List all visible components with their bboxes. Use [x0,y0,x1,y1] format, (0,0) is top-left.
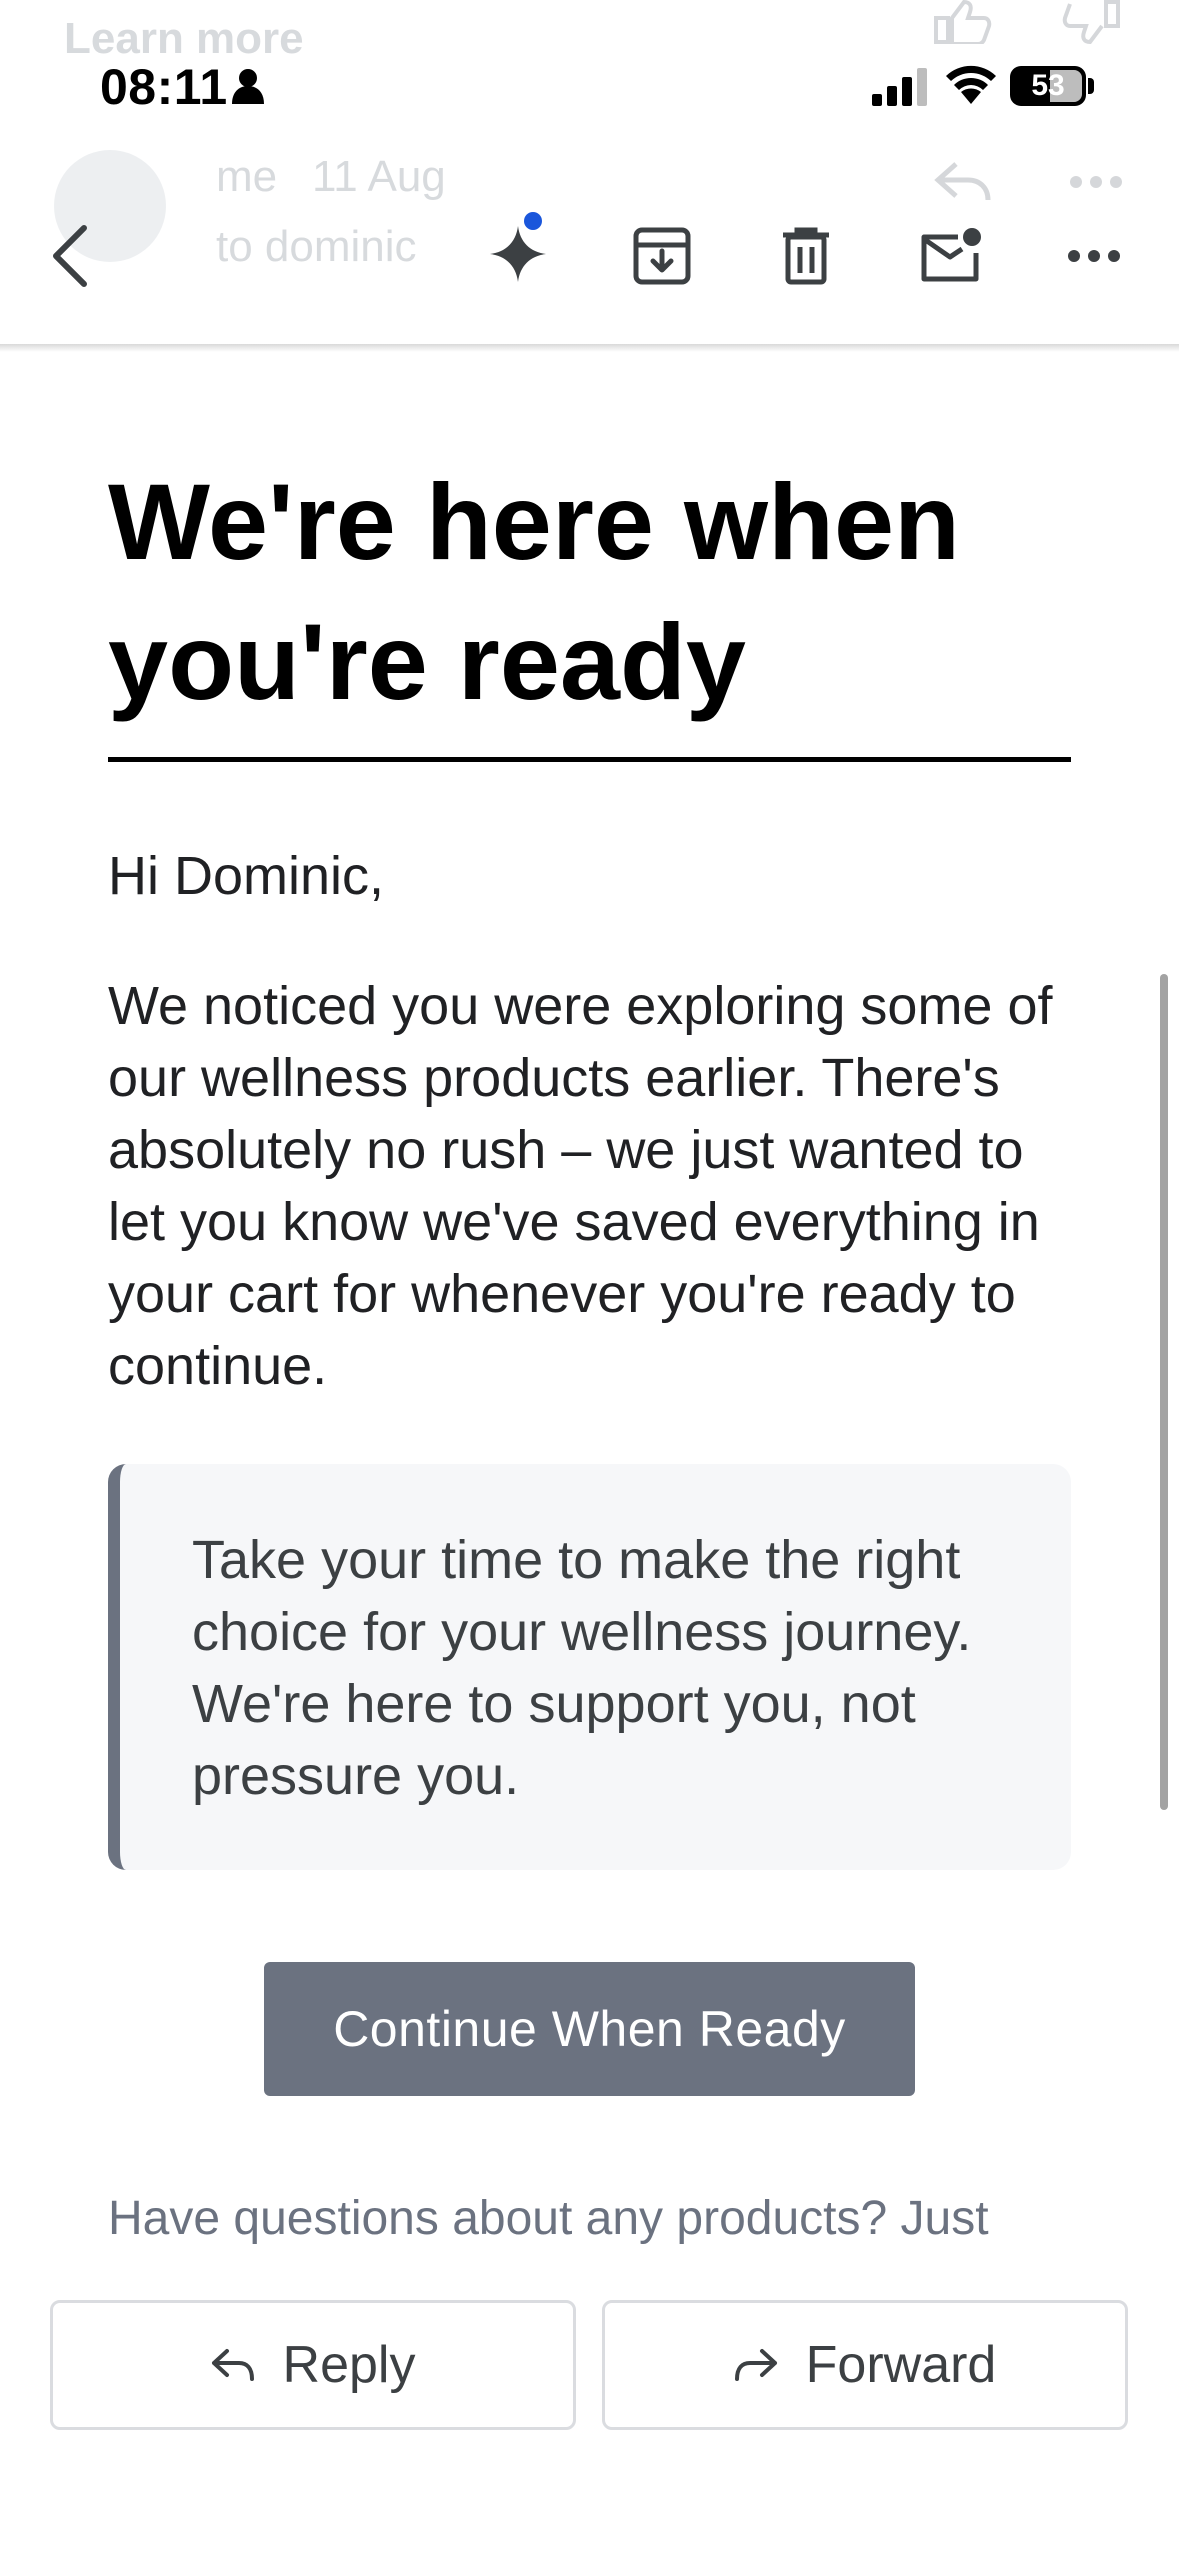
divider [108,757,1071,762]
reply-icon [211,2349,254,2381]
gemini-button[interactable] [476,212,560,296]
forward-icon [734,2349,777,2381]
clock: 08:11 [100,59,228,115]
battery-icon: 53 [1010,66,1086,106]
notification-dot [524,212,542,230]
scrollbar[interactable] [1160,974,1168,1810]
person-icon [232,69,264,104]
email-view: Learn more me 11 Aug to dominic 08:11 53… [0,0,1179,2556]
cellular-signal-icon [872,68,927,106]
delete-button[interactable] [764,214,848,298]
reply-button[interactable]: Reply [50,2300,576,2430]
email-body-paragraph: We noticed you were exploring some of ou… [108,976,1053,1396]
back-button[interactable] [30,216,110,296]
mark-unread-icon [921,228,981,282]
callout-text: Take your time to make the right choice … [192,1530,972,1806]
battery-percent: 53 [1031,69,1065,102]
reply-label: Reply [282,2336,416,2394]
email-headline: We're here when you're ready [108,461,960,722]
forward-button[interactable]: Forward [602,2300,1128,2430]
mark-unread-button[interactable] [908,214,992,298]
more-options-button[interactable] [1052,214,1136,298]
back-arrow-icon [53,225,87,287]
forward-label: Forward [805,2336,997,2394]
continue-when-ready-button[interactable]: Continue When Ready [264,1962,915,2096]
archive-icon [633,227,691,285]
email-toolbar [0,150,1179,346]
gemini-sparkle-icon [490,226,546,282]
email-greeting: Hi Dominic, [108,846,385,906]
trash-icon [783,227,829,285]
callout-box: Take your time to make the right choice … [108,1464,1071,1870]
wifi-icon [946,65,996,104]
status-bar: 08:11 53 [0,0,1179,150]
archive-button[interactable] [620,214,704,298]
more-horizontal-icon [1068,250,1120,262]
